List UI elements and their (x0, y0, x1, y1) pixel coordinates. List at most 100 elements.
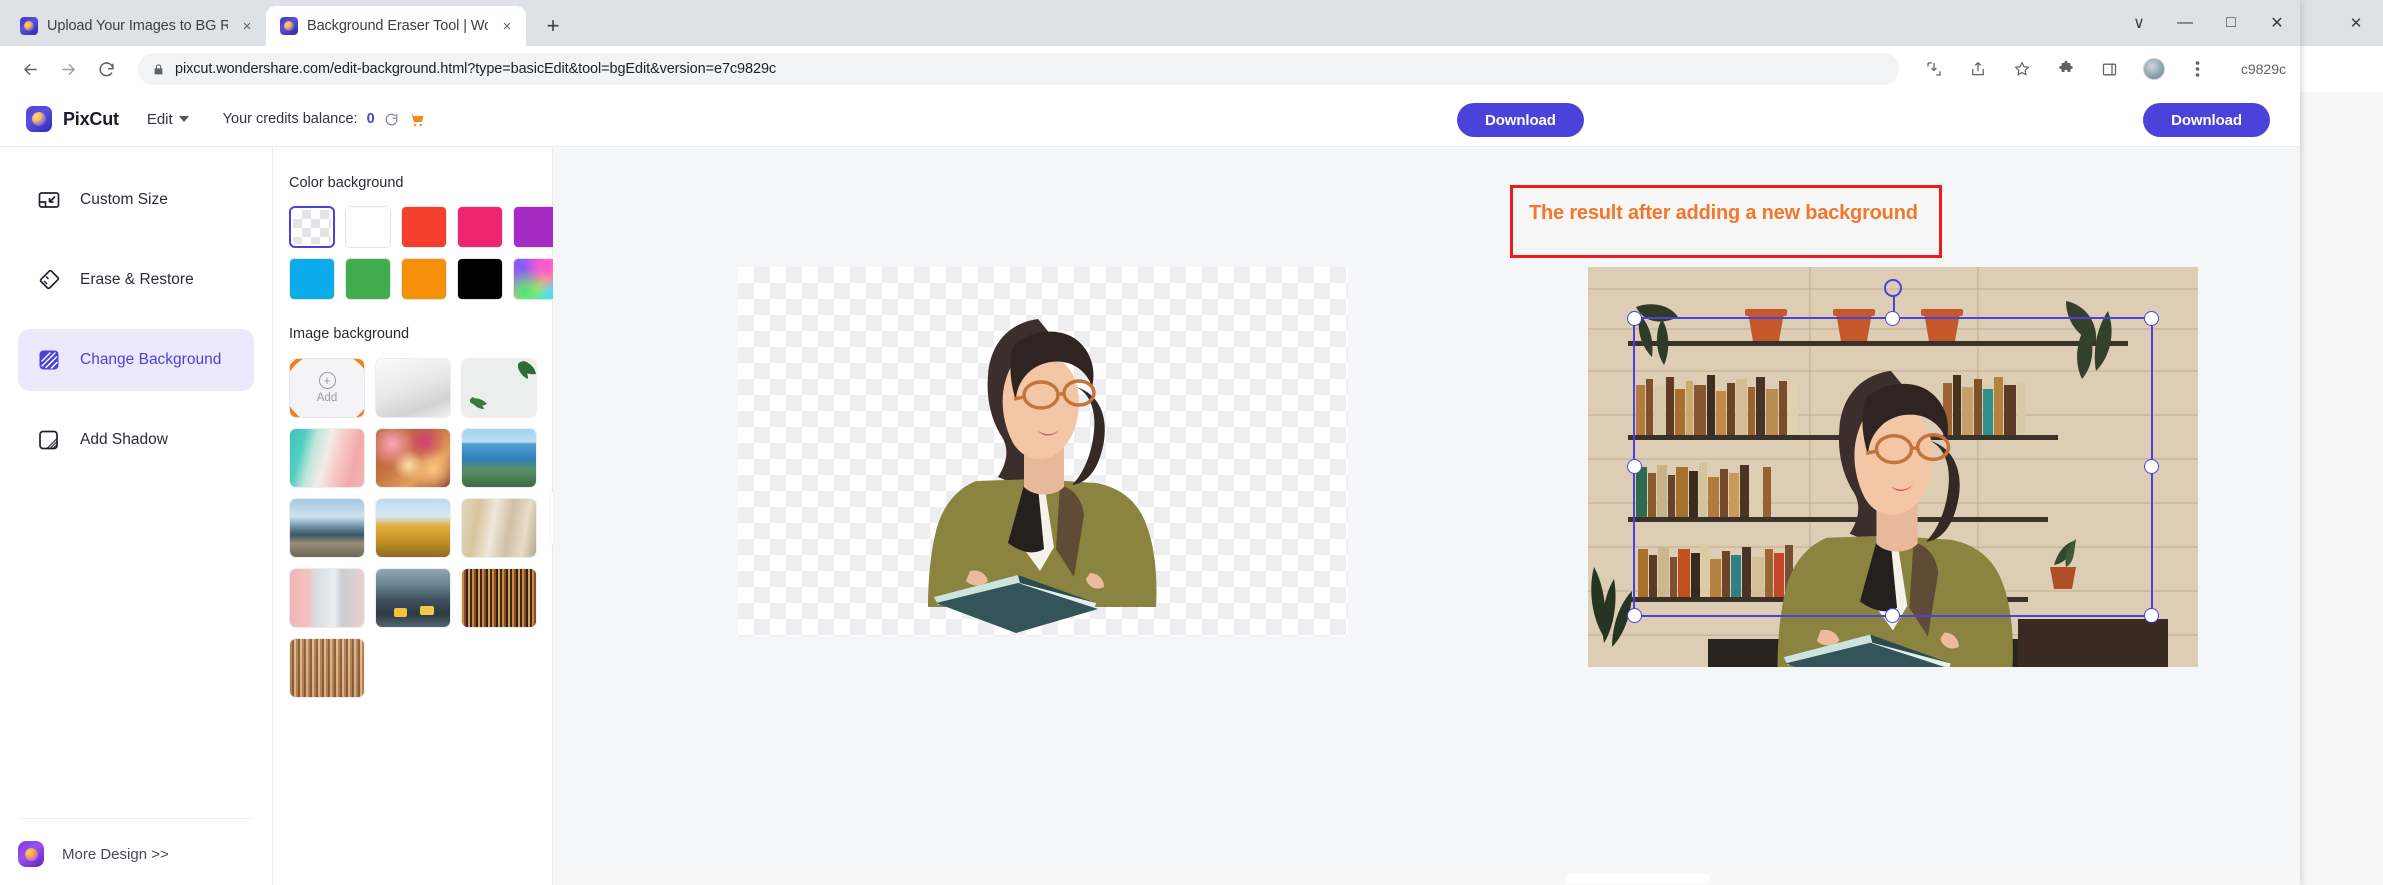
background-thumbnail-library-shelf[interactable] (289, 638, 365, 698)
background-thumbnail-european-alley[interactable] (461, 498, 537, 558)
color-swatch-orange[interactable] (401, 258, 447, 300)
canvas-area: The result after adding a new background (553, 147, 2300, 885)
credits-balance: Your credits balance: 0 (223, 111, 425, 128)
more-design-link[interactable]: More Design >> (18, 818, 254, 867)
reload-button[interactable] (90, 53, 122, 85)
color-swatch-green[interactable] (345, 258, 391, 300)
credits-value: 0 (366, 111, 375, 127)
download-button-right[interactable]: Download (2143, 103, 2270, 137)
background-thumbnail-bokeh-lights[interactable] (375, 428, 451, 488)
background-thumbnail-pink-doors[interactable] (289, 568, 365, 628)
browser-tab-2-title: Background Eraser Tool | Wonde (307, 18, 488, 34)
background-thumbnail-city-taxis[interactable] (375, 568, 451, 628)
color-swatch-black[interactable] (457, 258, 503, 300)
url-input[interactable]: pixcut.wondershare.com/edit-background.h… (138, 53, 1899, 85)
browser-tab-2[interactable]: Background Eraser Tool | Wonde × (266, 6, 526, 46)
window-dropdown-icon[interactable]: ∨ (2116, 0, 2162, 46)
edit-menu[interactable]: Edit (147, 111, 189, 128)
color-swatch-red[interactable] (401, 206, 447, 248)
sidebar-item-custom-size-label: Custom Size (80, 191, 168, 208)
browser-window: Upload Your Images to BG Rem × Backgroun… (0, 0, 2300, 885)
pixcut-logo-icon (26, 106, 52, 132)
pixcut-favicon-icon (280, 17, 298, 35)
install-icon[interactable] (1923, 58, 1945, 80)
sidebar-item-add-shadow[interactable]: Add Shadow (18, 409, 254, 471)
color-swatch-grid (289, 206, 559, 300)
color-swatch-pink[interactable] (457, 206, 503, 248)
window-controls: ∨ — □ ✕ (2116, 0, 2300, 46)
chevron-down-icon (178, 116, 189, 122)
omnibox-icons: c9829c (1905, 58, 2286, 80)
background-thumbnail-mountain-road[interactable] (289, 498, 365, 558)
background-thumbnail-dark-bookshelf[interactable] (461, 568, 537, 628)
background-thumbnail-white-gradient[interactable] (375, 358, 451, 418)
background-thumbnail-leaf-shadow[interactable] (461, 358, 537, 418)
more-design-icon (18, 841, 44, 867)
sidebar-icon[interactable] (2099, 58, 2121, 80)
annotation-callout: The result after adding a new background (1510, 185, 1942, 258)
sidebar-item-change-background-label: Change Background (80, 351, 222, 368)
background-thumbnail-golden-architecture[interactable] (375, 498, 451, 558)
color-swatch-transparent[interactable] (289, 206, 335, 248)
annotation-text: The result after adding a new background (1529, 202, 1918, 224)
app-body: Custom Size Erase & Restore Change Backg… (0, 147, 2300, 885)
profile-avatar[interactable] (2142, 58, 2165, 80)
extensions-puzzle-icon[interactable] (2055, 58, 2077, 80)
bg-window-close-button[interactable]: ✕ (2337, 5, 2375, 41)
brand[interactable]: PixCut (26, 106, 119, 132)
tab-strip: Upload Your Images to BG Rem × Backgroun… (0, 0, 2300, 46)
add-shadow-icon (36, 427, 62, 453)
eraser-icon (36, 267, 62, 293)
app-header: PixCut Edit Your credits balance: 0 Down… (0, 92, 2300, 147)
horizontal-scrollbar[interactable] (553, 873, 2300, 885)
browser-tab-2-close-icon[interactable]: × (497, 16, 517, 36)
cart-icon[interactable] (408, 111, 425, 128)
plus-icon: + (318, 372, 336, 389)
browser-tab-1-title: Upload Your Images to BG Rem (47, 18, 228, 34)
color-swatch-white[interactable] (345, 206, 391, 248)
forward-button[interactable] (52, 53, 84, 85)
image-background-grid: + Add (289, 358, 552, 698)
three-dot-menu-icon[interactable] (2187, 58, 2209, 80)
window-maximize-button[interactable]: □ (2208, 0, 2254, 46)
address-bar: pixcut.wondershare.com/edit-background.h… (0, 46, 2300, 92)
background-thumbnail-sea-coast[interactable] (461, 428, 537, 488)
background-thumbnail-pastel-stripes[interactable] (289, 428, 365, 488)
sidebar-item-add-shadow-label: Add Shadow (80, 431, 168, 448)
result-image-preview[interactable] (1588, 267, 2198, 667)
new-tab-button[interactable]: + (536, 9, 570, 43)
back-button[interactable] (14, 53, 46, 85)
add-background-label: Add (316, 392, 338, 404)
sidebar: Custom Size Erase & Restore Change Backg… (0, 147, 273, 885)
share-icon[interactable] (1967, 58, 1989, 80)
browser-tab-1-close-icon[interactable]: × (237, 16, 257, 36)
custom-size-icon (36, 187, 62, 213)
horizontal-scrollbar-thumb[interactable] (1565, 874, 1710, 884)
lock-icon (152, 63, 165, 76)
window-close-button[interactable]: ✕ (2254, 0, 2300, 46)
color-background-title: Color background (289, 175, 404, 191)
more-design-label: More Design >> (62, 845, 169, 863)
image-background-title: Image background (289, 326, 410, 342)
add-background-tile[interactable]: + Add (289, 358, 365, 418)
sidebar-item-custom-size[interactable]: Custom Size (18, 169, 254, 231)
background-window-url-fragment: c9829c (2240, 61, 2286, 77)
url-text: pixcut.wondershare.com/edit-background.h… (175, 61, 777, 77)
sidebar-item-change-background[interactable]: Change Background (18, 329, 254, 391)
color-swatch-sky-blue[interactable] (289, 258, 335, 300)
background-panel: Color background Image background + Add (273, 147, 565, 885)
change-background-icon (36, 347, 62, 373)
sidebar-item-erase-restore[interactable]: Erase & Restore (18, 249, 254, 311)
download-button-center[interactable]: Download (1457, 103, 1584, 137)
edit-menu-label: Edit (146, 110, 173, 128)
refresh-icon[interactable] (384, 112, 399, 127)
pixcut-app: PixCut Edit Your credits balance: 0 Down… (0, 92, 2300, 885)
original-image-preview[interactable] (738, 267, 1348, 637)
pixcut-favicon-icon (20, 17, 38, 35)
window-minimize-button[interactable]: — (2162, 0, 2208, 46)
bookmark-star-icon[interactable] (2011, 58, 2033, 80)
sidebar-item-erase-restore-label: Erase & Restore (80, 271, 194, 288)
browser-tab-1[interactable]: Upload Your Images to BG Rem × (6, 6, 266, 46)
credits-label: Your credits balance: (222, 111, 358, 127)
brand-name: PixCut (63, 108, 119, 129)
